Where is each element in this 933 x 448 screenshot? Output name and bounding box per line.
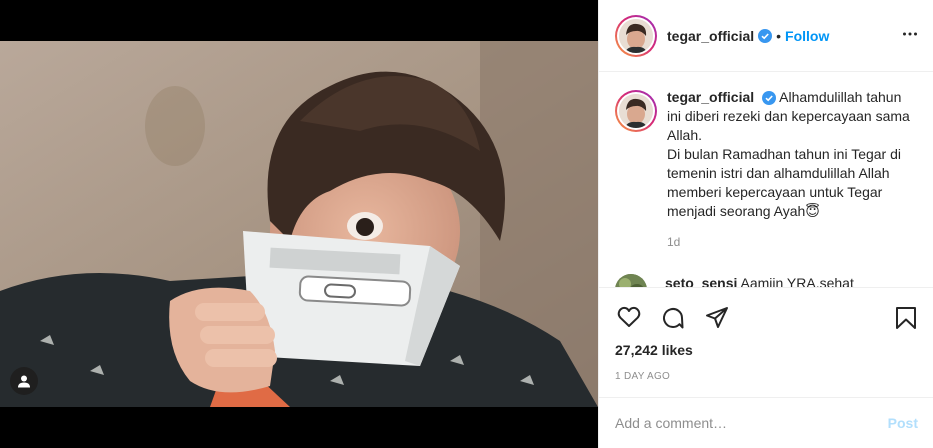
separator-dot: • [776, 27, 782, 44]
post-photo[interactable] [0, 41, 598, 407]
add-comment-bar: Post [599, 397, 933, 448]
post-side-panel: tegar_official • Follow tegar_official A… [598, 0, 933, 448]
post-header: tegar_official • Follow [599, 0, 933, 72]
comment-input[interactable] [615, 415, 888, 431]
comment-avatar[interactable] [615, 274, 647, 287]
likes-count[interactable]: 27,242 likes [615, 342, 693, 358]
caption-username[interactable]: tegar_official [667, 89, 754, 105]
header-username[interactable]: tegar_official [667, 28, 754, 44]
share-icon[interactable] [705, 306, 729, 335]
bookmark-icon[interactable] [895, 306, 917, 335]
post-photo-illustration [0, 41, 598, 407]
caption-time[interactable]: 1d [667, 233, 918, 252]
caption-avatar[interactable] [615, 90, 657, 132]
follow-button[interactable]: Follow [785, 28, 829, 44]
heart-icon[interactable] [617, 306, 641, 333]
post-comment-button[interactable]: Post [888, 415, 918, 431]
verified-icon [762, 91, 777, 106]
comment-text: Aamiin YRA,sehat [740, 275, 854, 287]
comments-section: tegar_official Alhamdulillah tahun ini d… [599, 72, 933, 287]
post-caption: tegar_official Alhamdulillah tahun ini d… [615, 88, 918, 252]
avatar-image [619, 18, 653, 53]
post-timestamp: 1 DAY AGO [615, 371, 671, 382]
comment-username[interactable]: seto_sensi [665, 275, 737, 287]
more-options-icon[interactable] [902, 26, 918, 47]
user-tag-button[interactable] [10, 367, 38, 395]
comment-icon[interactable] [661, 306, 685, 335]
caption-text-continued: Di bulan Ramadhan tahun ini Tegar di tem… [667, 146, 902, 219]
verified-icon [758, 28, 773, 43]
post-media [0, 0, 598, 448]
profile-avatar[interactable] [615, 14, 657, 57]
user-tag-icon [18, 375, 30, 388]
comment-item: seto_sensi Aamiin YRA,sehat [615, 274, 918, 287]
